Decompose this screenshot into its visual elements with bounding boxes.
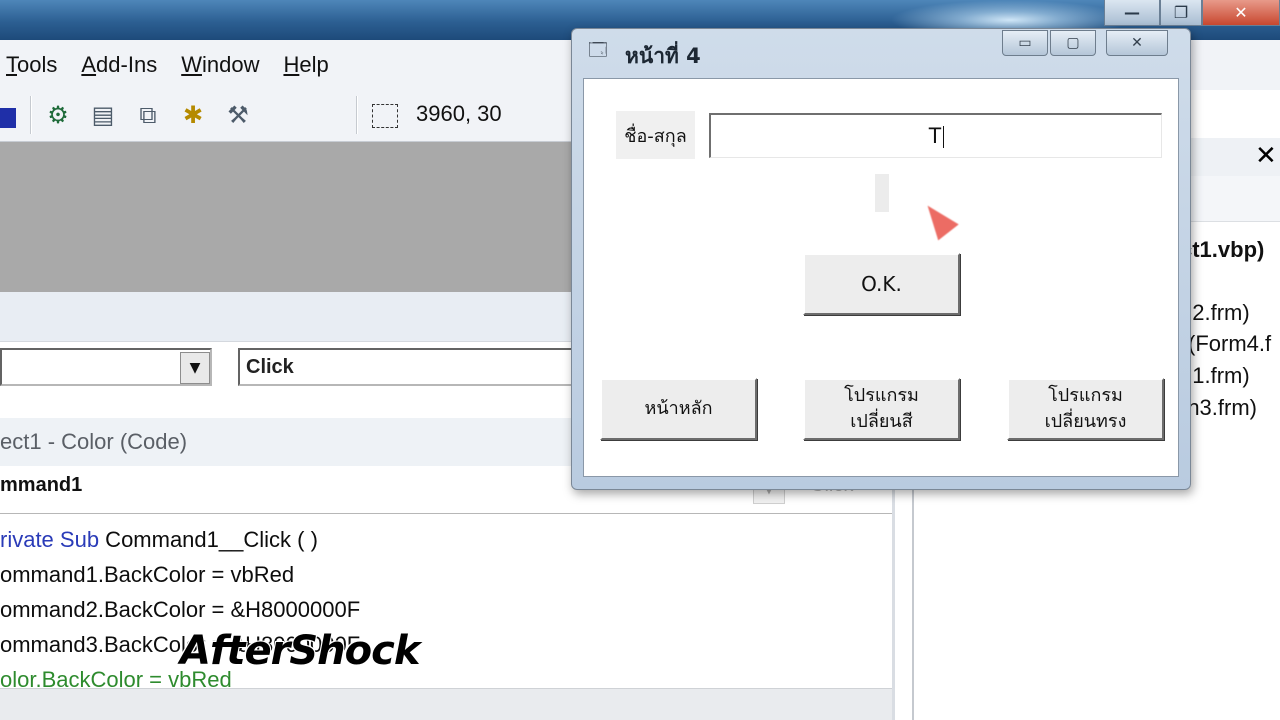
- chevron-down-icon: ▼: [189, 360, 201, 376]
- button-label: เปลี่ยนสี: [850, 411, 913, 432]
- form-layout-icon[interactable]: ⧉: [130, 97, 166, 133]
- text-caret: [942, 126, 944, 149]
- change-color-button[interactable]: โปรแกรมเปลี่ยนสี: [803, 378, 960, 440]
- ide-minimize-button[interactable]: —: [1104, 0, 1160, 26]
- minimize-icon: ▭: [1018, 35, 1032, 51]
- button-label: เปลี่ยนทรง: [1044, 411, 1127, 432]
- close-icon: ✕: [1234, 3, 1248, 22]
- code-horizontal-scrollbar[interactable]: [0, 688, 892, 720]
- toolbar-separator: [30, 96, 32, 134]
- project-explorer-close-button[interactable]: ✕: [1255, 141, 1280, 171]
- tree-item[interactable]: rn3.frm): [1180, 395, 1257, 421]
- designer-panel: [0, 292, 575, 342]
- ide-restore-button[interactable]: ❐: [1160, 0, 1202, 26]
- code-line[interactable]: ommand1.BackColor = vbRed: [0, 562, 294, 588]
- position-icon: [372, 104, 398, 128]
- form-title: หน้าที่ 4: [625, 44, 701, 68]
- empty-label: [875, 174, 889, 212]
- ide-close-button[interactable]: ✕: [1202, 0, 1280, 26]
- code-line[interactable]: rivate Sub Command1__Click ( ): [0, 527, 318, 553]
- properties-window-icon[interactable]: ▤: [85, 97, 121, 133]
- menu-window[interactable]: Window: [181, 52, 259, 78]
- stop-icon[interactable]: [0, 108, 16, 128]
- menu-tools[interactable]: Tools: [6, 52, 57, 78]
- menu-help[interactable]: Help: [283, 52, 328, 78]
- ok-button[interactable]: O.K.: [803, 253, 960, 315]
- form-icon: 🗔: [588, 40, 608, 61]
- name-input[interactable]: T: [709, 113, 1162, 158]
- project-node[interactable]: ct1.vbp): [1180, 237, 1264, 263]
- home-button[interactable]: หน้าหลัก: [600, 378, 757, 440]
- object-browser-icon[interactable]: ✱: [175, 97, 211, 133]
- toolbar-separator: [356, 96, 358, 134]
- restore-icon: ❐: [1173, 3, 1189, 22]
- code-line[interactable]: ommand2.BackColor = &H8000000F: [0, 597, 360, 623]
- menu-add-ins[interactable]: Add-Ins: [81, 52, 157, 78]
- procedure-combo[interactable]: Click: [238, 348, 578, 386]
- code-object-combo[interactable]: mmand1: [0, 474, 82, 497]
- name-label: ชื่อ-สกุล: [616, 111, 695, 159]
- form-maximize-button[interactable]: ▢: [1050, 30, 1096, 56]
- watermark-logo: AfterShock: [180, 628, 420, 674]
- form-close-button[interactable]: ✕: [1106, 30, 1168, 56]
- button-label: โปรแกรม: [844, 385, 919, 406]
- toolbox-icon[interactable]: ⚒: [220, 97, 256, 133]
- button-label: โปรแกรม: [1048, 385, 1123, 406]
- change-shape-button[interactable]: โปรแกรมเปลี่ยนทรง: [1007, 378, 1164, 440]
- minimize-icon: —: [1124, 3, 1140, 22]
- close-icon: ✕: [1131, 35, 1143, 51]
- close-icon: ✕: [1255, 141, 1277, 171]
- tree-item[interactable]: (Form4.f: [1188, 331, 1271, 357]
- form-minimize-button[interactable]: ▭: [1002, 30, 1048, 56]
- designer-background: [0, 142, 575, 292]
- maximize-icon: ▢: [1066, 35, 1080, 51]
- object-combo-dropdown[interactable]: ▼: [180, 352, 210, 384]
- project-explorer-icon[interactable]: ⚙: [40, 97, 76, 133]
- name-input-value: T: [928, 123, 942, 148]
- position-readout: 3960, 30: [416, 101, 502, 126]
